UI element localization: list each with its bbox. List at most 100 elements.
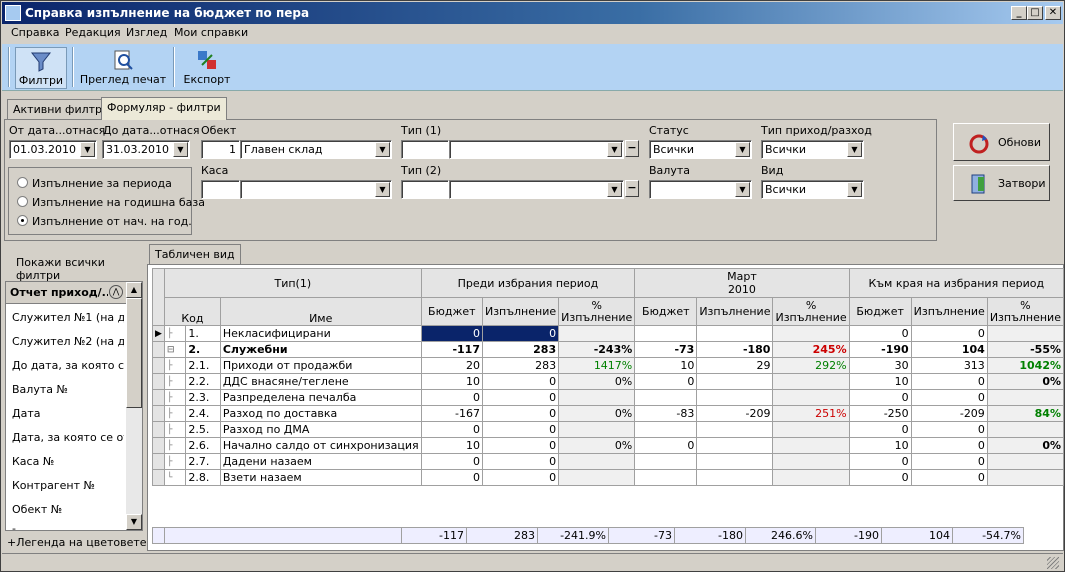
pct-cell[interactable] — [986, 389, 1065, 406]
exec-cell[interactable]: 0 — [481, 453, 560, 470]
type1-code-field[interactable] — [401, 140, 449, 159]
pct-cell[interactable]: 251% — [772, 405, 850, 422]
tab-active-filters[interactable]: Активни филтри — [7, 99, 116, 119]
exec-cell[interactable]: 0 — [481, 421, 560, 438]
exec-cell[interactable]: 283 — [481, 357, 560, 374]
pct-cell[interactable]: -55% — [986, 341, 1065, 358]
maximize-button[interactable]: □ — [1027, 6, 1043, 20]
exec-cell[interactable]: 0 — [481, 373, 560, 390]
exec-cell[interactable]: 0 — [910, 421, 988, 438]
type1-clear-button[interactable]: − — [625, 140, 639, 157]
from-date-field[interactable]: 01.03.2010 ▼ — [9, 140, 97, 159]
table-row[interactable]: ├ 2.4. Разход по доставка -167 0 0% -83 -209 251… — [152, 405, 1065, 422]
table-row[interactable]: ⊟ 2. Служебни -117 283 -243% -73 -180 245% -190 10… — [152, 341, 1065, 358]
pct-cell[interactable]: 292% — [772, 357, 850, 374]
list-item[interactable]: До дата, за която се — [12, 359, 124, 372]
to-date-field[interactable]: 31.03.2010 ▼ — [102, 140, 190, 159]
exec-cell[interactable]: 0 — [481, 405, 560, 422]
budget-cell[interactable]: 0 — [848, 421, 912, 438]
table-row[interactable]: ├ 2.2. ДДС внасяне/теглене 10 0 0% 0 10 0 0% — [152, 373, 1065, 390]
list-item[interactable]: Дата — [12, 407, 124, 420]
object-code-field[interactable]: 1 — [201, 140, 240, 159]
menu-my-reports[interactable]: Мои справки — [174, 26, 248, 39]
chevron-down-icon[interactable]: ▼ — [735, 182, 750, 197]
chevron-down-icon[interactable]: ▼ — [375, 142, 390, 157]
pct-cell[interactable] — [986, 453, 1065, 470]
budget-cell[interactable]: 10 — [634, 357, 698, 374]
budget-cell[interactable]: -190 — [848, 341, 912, 358]
close-button[interactable]: Затвори — [953, 165, 1050, 201]
filters-button[interactable]: Филтри — [15, 47, 67, 89]
tab-form-filters[interactable]: Формуляр - филтри — [101, 97, 227, 120]
pct-cell[interactable]: -243% — [558, 341, 636, 358]
budget-cell[interactable]: 10 — [848, 437, 912, 454]
budget-cell[interactable]: -250 — [848, 405, 912, 422]
pct-cell[interactable] — [772, 373, 850, 390]
exec-cell[interactable]: 313 — [910, 357, 988, 374]
pct-cell[interactable]: 0% — [986, 437, 1065, 454]
resize-grip-icon[interactable] — [1047, 557, 1059, 569]
pct-cell[interactable] — [986, 469, 1065, 486]
radio-period[interactable]: Изпълнение за периода — [17, 177, 172, 190]
pct-cell[interactable] — [558, 389, 636, 406]
pct-cell[interactable] — [772, 389, 850, 406]
exec-cell[interactable] — [696, 437, 774, 454]
pct-cell[interactable]: 1042% — [986, 357, 1065, 374]
type-income-combo[interactable]: Всички ▼ — [761, 140, 864, 159]
budget-cell[interactable]: 0 — [848, 469, 912, 486]
exec-cell[interactable] — [696, 469, 774, 486]
budget-cell[interactable] — [634, 453, 698, 470]
sort-icon[interactable]: ⋀ — [109, 285, 123, 299]
exec-cell[interactable] — [696, 325, 774, 342]
view-combo[interactable]: Всички ▼ — [761, 180, 864, 199]
type1-combo[interactable]: ▼ — [449, 140, 624, 159]
menu-edit[interactable]: Редакция — [65, 26, 121, 39]
pct-cell[interactable]: 0% — [558, 437, 636, 454]
chevron-down-icon[interactable]: ▼ — [847, 142, 862, 157]
table-row[interactable]: ├ 2.3. Разпределена печалба 0 0 0 0 — [152, 389, 1065, 406]
radio-ytd[interactable]: Изпълнение от нач. на год. — [17, 215, 192, 228]
pct-cell[interactable] — [772, 325, 850, 342]
budget-cell[interactable]: 0 — [848, 325, 912, 342]
list-item[interactable]: Валута № — [12, 383, 124, 396]
pct-cell[interactable] — [772, 469, 850, 486]
exec-cell[interactable]: 0 — [481, 469, 560, 486]
type2-clear-button[interactable]: − — [625, 180, 639, 197]
pct-cell[interactable] — [986, 325, 1065, 342]
budget-cell[interactable]: 0 — [848, 389, 912, 406]
cash-code-field[interactable] — [201, 180, 240, 199]
exec-cell[interactable]: -180 — [696, 341, 774, 358]
type2-code-field[interactable] — [401, 180, 449, 199]
budget-cell[interactable] — [634, 389, 698, 406]
budget-cell[interactable]: -167 — [420, 405, 483, 422]
pct-cell[interactable] — [772, 421, 850, 438]
list-item[interactable]: Контрагент № — [12, 479, 124, 492]
menu-view[interactable]: Изглед — [126, 26, 167, 39]
pct-cell[interactable]: 0% — [558, 405, 636, 422]
budget-cell[interactable] — [634, 325, 698, 342]
exec-cell[interactable]: -209 — [696, 405, 774, 422]
list-item[interactable]: Обект № — [12, 503, 124, 516]
list-scrollbar[interactable]: ▲ ▼ — [126, 282, 142, 530]
budget-cell[interactable]: 0 — [634, 373, 698, 390]
table-row[interactable]: ├ 2.6. Начално салдо от синхронизация 10 0 0%… — [152, 437, 1065, 454]
chevron-down-icon[interactable]: ▼ — [847, 182, 862, 197]
scroll-down-icon[interactable]: ▼ — [126, 514, 142, 530]
table-row[interactable]: └ 2.8. Взети назаем 0 0 0 0 — [152, 469, 1065, 486]
budget-cell[interactable]: -83 — [634, 405, 698, 422]
exec-cell[interactable] — [696, 453, 774, 470]
exec-cell[interactable]: 0 — [910, 389, 988, 406]
pct-cell[interactable] — [558, 325, 636, 342]
exec-cell[interactable]: 0 — [910, 373, 988, 390]
list-item[interactable]: Служител №1 (на док. — [12, 311, 124, 324]
close-window-button[interactable]: ✕ — [1045, 6, 1061, 20]
exec-cell[interactable]: 0 — [910, 469, 988, 486]
budget-cell[interactable]: 20 — [420, 357, 483, 374]
budget-cell[interactable]: 10 — [420, 373, 483, 390]
list-item[interactable]: Каса № — [12, 455, 124, 468]
list-item[interactable]: Служител №2 (на док. — [12, 335, 124, 348]
chevron-down-icon[interactable]: ▼ — [173, 142, 188, 157]
exec-cell[interactable] — [696, 389, 774, 406]
object-name-combo[interactable]: Главен склад ▼ — [240, 140, 392, 159]
exec-cell[interactable]: 29 — [696, 357, 774, 374]
